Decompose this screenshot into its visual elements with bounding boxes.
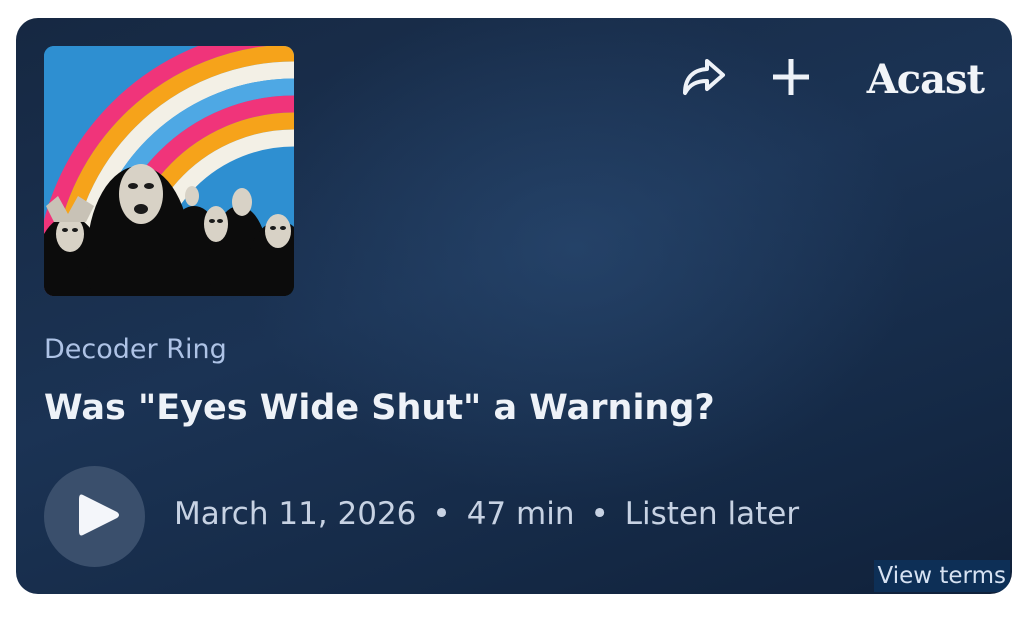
embed-toolbar: Acast (679, 54, 985, 104)
episode-duration: 47 min (466, 496, 575, 532)
meta-separator: • (590, 496, 609, 532)
cropped-content-below (20, 609, 350, 621)
acast-logo[interactable]: Acast (867, 56, 985, 103)
podcast-embed-card: Acast Decoder Ring Was "Eyes Wide Shut" … (16, 18, 1012, 594)
share-arrow-icon (680, 57, 726, 101)
play-icon (69, 491, 121, 543)
show-name[interactable]: Decoder Ring (44, 334, 227, 365)
meta-separator: • (432, 496, 451, 532)
add-button[interactable] (767, 55, 815, 103)
play-button[interactable] (44, 466, 145, 567)
listen-later-link[interactable]: Listen later (625, 496, 799, 532)
share-button[interactable] (679, 55, 727, 103)
episode-meta: March 11, 2026 • 47 min • Listen later (174, 496, 799, 532)
artwork-image (44, 46, 294, 296)
podcast-artwork (44, 46, 294, 296)
episode-title[interactable]: Was "Eyes Wide Shut" a Warning? (44, 388, 715, 428)
episode-date: March 11, 2026 (174, 496, 417, 532)
view-terms-link[interactable]: View terms (873, 560, 1010, 592)
plus-icon (771, 57, 811, 101)
